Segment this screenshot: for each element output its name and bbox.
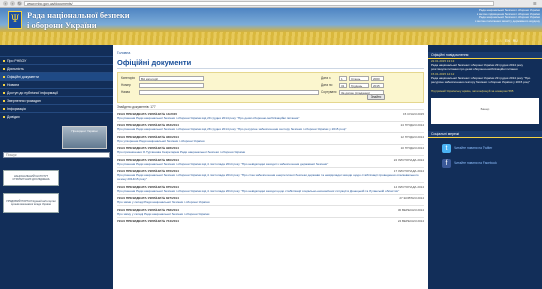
document-item: УКАЗ ПРЕЗИДЕНТА УКРАЇНИ № 930/2014 12 ГР…: [117, 132, 424, 144]
lang-ru[interactable]: RU: [513, 39, 518, 43]
category-label: Категорія: [121, 76, 135, 80]
document-date: 14 ЛИСТОПАДА 2014: [393, 184, 424, 189]
facebook-icon: f: [442, 158, 451, 168]
document-link[interactable]: Про рішення Ради національної безпеки і …: [117, 127, 424, 131]
document-link[interactable]: Про зміну у складі Ради національної без…: [117, 212, 424, 216]
document-list: УКАЗ ПРЕЗИДЕНТА УКРАЇНИ № 14/2015 15 СІЧ…: [117, 109, 424, 224]
date-from-month[interactable]: Січень: [349, 75, 369, 81]
document-item: УКАЗ ПРЕЗИДЕНТА УКРАЇНИ № 880/2014 22 ЛИ…: [117, 155, 424, 167]
date-from-day[interactable]: 1: [339, 75, 347, 81]
document-item: УКАЗ ПРЕЗИДЕНТА УКРАЇНИ № 768/2014 30 ВЕ…: [117, 205, 424, 217]
social-heading: Соціальні мережі: [428, 130, 542, 138]
wheat-field-image: [0, 32, 542, 45]
document-filters: Категорія Всі категорії Дата з 1 Січень …: [117, 72, 424, 103]
document-link[interactable]: Про рішення Ради національної безпеки і …: [117, 173, 424, 181]
menu-item-news[interactable]: Новини: [0, 80, 113, 88]
news-text: Рада національної безпеки і оборони Укра…: [431, 76, 531, 84]
document-item: УКАЗ ПРЕЗИДЕНТА УКРАЇНИ № 876/2014 17 ЛИ…: [117, 166, 424, 183]
document-date: 12 ГРУДНЯ 2014: [400, 134, 424, 139]
language-switcher: UA EN RU: [497, 39, 518, 43]
date-to-year[interactable]: 2015: [371, 82, 384, 88]
niss-banner[interactable]: НАЦІОНАЛЬНИЙ ІНСТИТУТ СТРАТЕГІЧНИХ ДОСЛІ…: [3, 170, 59, 186]
document-date: 30 ВЕРЕСНЯ 2014: [397, 207, 424, 212]
header-news: Рада національної безпеки і оборони Укра…: [427, 8, 540, 24]
twitter-link[interactable]: t Читайте новини на Twitter: [442, 143, 542, 153]
left-sidebar: Про РНБОУ Діяльність Офіційні документи …: [0, 45, 113, 289]
address-bar[interactable]: www.rnbo.gov.ua/documents/: [24, 1, 494, 6]
main-content: Головна Офіційні документи Категорія Всі…: [113, 45, 428, 289]
twitter-icon: t: [442, 143, 451, 153]
news-item[interactable]: 22.01.2015 13:13 Рада національної безпе…: [428, 59, 542, 72]
document-date: 15 СІЧНЯ 2015: [402, 111, 424, 116]
reload-icon[interactable]: ↻: [17, 1, 22, 6]
document-date: 24 ВЕРЕСНЯ 2014: [397, 219, 424, 223]
main-menu: Про РНБОУ Діяльність Офіційні документи …: [0, 56, 113, 120]
facebook-link[interactable]: f Читайте новини на Facebook: [442, 158, 542, 168]
browser-toolbar: ‹ › ↻ www.rnbo.gov.ua/documents/ ☰: [0, 0, 542, 8]
menu-item-public-info[interactable]: Доступ до публічної інформації: [0, 88, 113, 96]
date-from-label: Дата з: [321, 76, 331, 80]
menu-item-information[interactable]: Інформація: [0, 104, 113, 112]
news-text: Рада національної безпеки і оборони Укра…: [431, 62, 523, 71]
document-item: УКАЗ ПРЕЗИДЕНТА УКРАЇНИ № 14/2015 15 СІЧ…: [117, 109, 424, 121]
lang-en[interactable]: EN: [505, 39, 510, 43]
president-banner[interactable]: Президент України: [62, 126, 107, 149]
document-link[interactable]: Про рішення Ради національної безпеки і …: [117, 116, 424, 120]
menu-item-activity[interactable]: Діяльність: [0, 64, 113, 72]
document-item: УКАЗ ПРЕЗИДЕНТА УКРАЇНИ № 827/2014 27 ЖО…: [117, 193, 424, 206]
army-support-text[interactable]: Підтримай Українську армію, зателефонуй …: [428, 89, 542, 95]
facebook-label: Читайте новини на Facebook: [454, 161, 497, 166]
document-date: 27 ЖОВТНЯ 2014: [399, 196, 424, 200]
document-link[interactable]: Про зміни у складі Ради національної без…: [117, 200, 424, 204]
document-item: УКАЗ ПРЕЗИДЕНТА УКРАЇНИ № 953/2014 24 ГР…: [117, 120, 424, 133]
document-link[interactable]: Про рішення Ради національної безпеки і …: [117, 162, 424, 166]
trident-emblem-icon[interactable]: Ψ: [8, 11, 22, 29]
official-news-heading: Офіційні повідомлення: [428, 52, 542, 59]
document-link[interactable]: Про утворення Ради національної безпеки …: [117, 139, 424, 143]
site-title[interactable]: Рада національної безпеки і оборони Укра…: [27, 10, 130, 30]
document-date: 10 ГРУДНЯ 2014: [400, 146, 424, 150]
menu-item-appeals[interactable]: Звернення громадян: [0, 96, 113, 104]
menu-item-references[interactable]: Довідки: [0, 112, 113, 120]
document-date: 24 ГРУДНЯ 2014: [400, 123, 424, 127]
gov-portal-banner[interactable]: УРЯДОВИЙ ПОРТАЛ Єдиний веб-портал органі…: [3, 193, 59, 213]
document-title: УКАЗ ПРЕЗИДЕНТА УКРАЇНИ № 744/2014: [117, 219, 179, 223]
document-date: 17 ЛИСТОПАДА 2014: [393, 169, 424, 173]
date-to-label: Дата по: [321, 83, 333, 87]
menu-item-documents[interactable]: Офіційні документи: [0, 72, 113, 80]
army-support-banner[interactable]: Банер: [431, 97, 539, 124]
right-sidebar: Офіційні повідомлення 22.01.2015 13:13 Р…: [428, 45, 542, 289]
back-icon[interactable]: ‹: [3, 1, 8, 6]
site-header: Ψ Рада національної безпеки і оборони Ук…: [0, 8, 542, 45]
search-input[interactable]: Пошук: [3, 152, 110, 158]
date-from-year[interactable]: 2000: [371, 75, 384, 81]
name-input[interactable]: [139, 89, 319, 95]
breadcrumb[interactable]: Головна: [117, 51, 424, 55]
page-title: Офіційні документи: [117, 58, 424, 69]
find-button[interactable]: Знайти: [367, 94, 385, 100]
number-input[interactable]: [139, 82, 204, 88]
document-item: УКАЗ ПРЕЗИДЕНТА УКРАЇНИ № 875/2014 14 ЛИ…: [117, 182, 424, 194]
date-to-day[interactable]: 31: [339, 82, 347, 88]
sort-label: Сортувати: [321, 90, 337, 94]
forward-icon[interactable]: ›: [10, 1, 15, 6]
category-select[interactable]: Всі категорії: [139, 75, 204, 81]
name-label: Назва: [121, 90, 130, 94]
menu-item-about[interactable]: Про РНБОУ: [0, 56, 113, 64]
document-link[interactable]: Про призначення О.Турчинова Секретарем Р…: [117, 150, 424, 154]
lang-ua[interactable]: UA: [497, 39, 502, 43]
date-to-month[interactable]: Грудень: [349, 82, 369, 88]
sitemap-icon[interactable]: ⌂: [485, 38, 488, 44]
twitter-label: Читайте новини на Twitter: [454, 146, 493, 151]
menu-icon[interactable]: ☰: [533, 1, 539, 6]
document-item: УКАЗ ПРЕЗИДЕНТА УКРАЇНИ № 744/2014 24 ВЕ…: [117, 216, 424, 225]
header-news-item[interactable]: з метою посилення захисту державного кор…: [427, 19, 540, 24]
document-item: УКАЗ ПРЕЗИДЕНТА УКРАЇНИ № 928/2014 10 ГР…: [117, 143, 424, 156]
number-label: Номер: [121, 83, 131, 87]
news-item[interactable]: 15.01.2015 12:12 Рада національної безпе…: [428, 72, 542, 85]
document-link[interactable]: Про рішення Ради національної безпеки і …: [117, 189, 424, 193]
document-date: 22 ЛИСТОПАДА 2014: [393, 157, 424, 162]
site-title-line2: і оборони України: [27, 19, 97, 30]
